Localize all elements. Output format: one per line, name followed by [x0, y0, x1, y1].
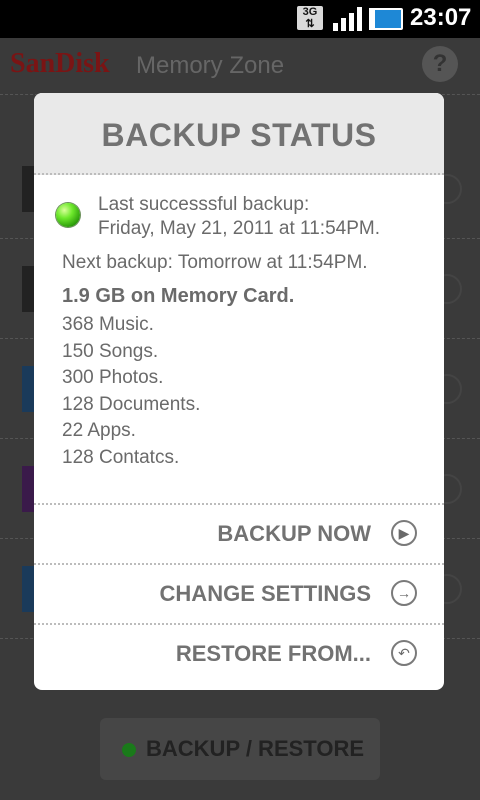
- next-backup-text: Next backup: Tomorrow at 11:54PM.: [62, 252, 368, 273]
- app-header: SanDisk Memory Zone ?: [0, 38, 480, 95]
- brand-logo: SanDisk: [10, 48, 110, 79]
- storage-total: 1.9 GB on Memory Card.: [62, 285, 295, 307]
- dialog-title: BACKUP STATUS: [101, 117, 377, 153]
- arrow-right-icon: →: [391, 580, 417, 606]
- stat-songs: 150 Songs.: [62, 340, 159, 362]
- status-dot-icon: [122, 743, 136, 757]
- backup-success-led-icon: [56, 203, 80, 227]
- last-backup-label: Last successsful backup:: [98, 194, 310, 215]
- last-backup-date: Friday, May 21, 2011 at 11:54PM.: [98, 218, 380, 239]
- network-3g-icon: 3G ⇅: [297, 6, 323, 30]
- restore-from-button[interactable]: RESTORE FROM... ↶: [34, 623, 444, 683]
- stat-documents: 128 Documents.: [62, 393, 201, 415]
- clock: 23:07: [410, 4, 472, 31]
- backup-stats-list: 368 Music. 150 Songs. 300 Photos. 128 Do…: [62, 312, 200, 471]
- battery-icon: [369, 8, 403, 30]
- stat-photos: 300 Photos.: [62, 367, 164, 388]
- undo-icon: ↶: [391, 640, 417, 666]
- network-type-label: 3G: [302, 6, 318, 18]
- backup-now-button[interactable]: BACKUP NOW ▶: [34, 503, 444, 563]
- change-settings-button[interactable]: CHANGE SETTINGS →: [34, 563, 444, 623]
- stat-apps: 22 Apps.: [62, 420, 136, 441]
- backup-now-label: BACKUP NOW: [217, 521, 371, 546]
- stat-contacts: 128 Contatcs.: [62, 446, 180, 468]
- restore-from-label: RESTORE FROM...: [175, 641, 371, 666]
- backup-status-dialog: BACKUP STATUS Last successsful backup: F…: [34, 93, 444, 690]
- app-title: Memory Zone: [136, 52, 285, 79]
- dialog-header: BACKUP STATUS: [34, 93, 444, 175]
- status-bar: 3G ⇅ 23:07: [0, 0, 480, 38]
- signal-strength-icon: [333, 7, 365, 31]
- backup-restore-label: BACKUP / RESTORE: [146, 736, 365, 761]
- play-icon: ▶: [391, 520, 417, 546]
- backup-restore-button[interactable]: BACKUP / RESTORE: [100, 718, 380, 780]
- stat-music: 368 Music.: [62, 314, 154, 335]
- change-settings-label: CHANGE SETTINGS: [159, 581, 371, 606]
- help-button[interactable]: ?: [422, 46, 458, 82]
